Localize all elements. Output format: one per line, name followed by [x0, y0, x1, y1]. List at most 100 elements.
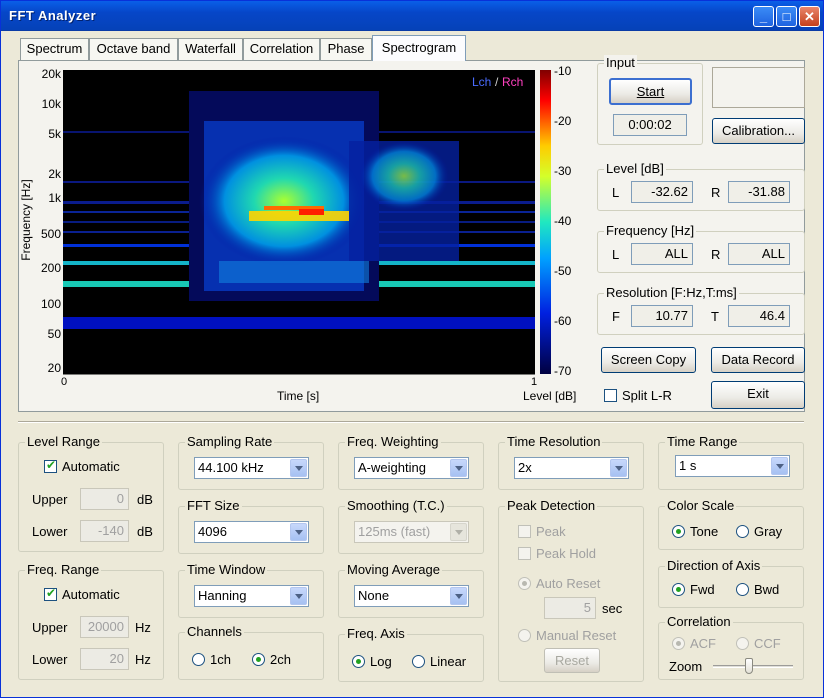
- channels-2ch-radio[interactable]: [252, 653, 265, 666]
- moving-average-select[interactable]: None: [354, 585, 469, 607]
- colorbar-tick: -40: [554, 214, 572, 228]
- auto-reset-radio[interactable]: [518, 577, 531, 590]
- level-r-label: R: [711, 185, 721, 200]
- level-lower-field[interactable]: -140: [80, 520, 129, 542]
- title-bar[interactable]: FFT Analyzer _ □ ✕: [1, 1, 823, 31]
- level-automatic-checkbox[interactable]: [44, 458, 57, 473]
- y-tick: 50: [47, 327, 61, 341]
- channels-title: Channels: [185, 624, 244, 639]
- split-lr-label: Split L-R: [622, 388, 672, 403]
- freq-axis-log-radio[interactable]: [352, 655, 365, 668]
- zoom-label: Zoom: [669, 659, 703, 674]
- chevron-down-icon: [771, 457, 788, 475]
- colorbar-label: Level [dB]: [523, 389, 577, 403]
- zoom-slider-track[interactable]: [713, 665, 793, 668]
- y-tick: 5k: [48, 127, 61, 141]
- tab-spectrogram[interactable]: Spectrogram: [372, 35, 466, 61]
- auto-reset-seconds-field[interactable]: 5: [544, 597, 596, 619]
- direction-bwd-radio[interactable]: [736, 583, 749, 596]
- freq-range-title: Freq. Range: [25, 562, 102, 577]
- input-group-title: Input: [604, 55, 637, 70]
- start-button[interactable]: Start: [609, 78, 692, 105]
- calibration-button[interactable]: Calibration...: [712, 118, 805, 144]
- time-window-select[interactable]: Hanning: [194, 585, 309, 607]
- y-tick: 500: [40, 227, 61, 241]
- legend-lch: Lch: [472, 75, 492, 89]
- tab-panel: Lch / Rch Frequency [Hz] Time [s] 0 1 Le…: [18, 55, 805, 412]
- reset-button[interactable]: Reset: [544, 648, 600, 673]
- freq-axis-linear-label: Linear: [430, 654, 467, 669]
- chevron-down-icon: [610, 459, 627, 477]
- status-box: [712, 67, 805, 108]
- level-l-label: L: [612, 185, 620, 200]
- level-upper-field[interactable]: 0: [80, 488, 129, 510]
- peak-hold-checkbox[interactable]: [518, 547, 531, 560]
- y-tick: 20k: [41, 67, 61, 81]
- resolution-t-label: T: [711, 309, 719, 324]
- time-range-title: Time Range: [665, 434, 740, 449]
- colorbar-tick: -70: [554, 364, 572, 378]
- level-group-title: Level [dB]: [604, 161, 666, 176]
- correlation-acf-label: ACF: [690, 636, 716, 651]
- time-range-select[interactable]: 1 s: [675, 455, 790, 477]
- screen-copy-button[interactable]: Screen Copy: [601, 347, 696, 373]
- freq-axis-log-label: Log: [370, 654, 392, 669]
- level-upper-unit: dB: [137, 492, 153, 507]
- exit-button[interactable]: Exit: [711, 381, 805, 409]
- close-button[interactable]: ✕: [799, 6, 820, 27]
- level-l-value: -32.62: [631, 181, 693, 203]
- correlation-ccf-radio[interactable]: [736, 637, 749, 650]
- direction-fwd-radio[interactable]: [672, 583, 685, 596]
- y-tick: 10k: [41, 97, 61, 111]
- y-tick: 20: [47, 361, 61, 375]
- tab-phase[interactable]: Phase: [320, 38, 372, 60]
- legend-rch: Rch: [502, 75, 524, 89]
- chevron-down-icon: [450, 459, 467, 477]
- peak-checkbox[interactable]: [518, 525, 531, 538]
- split-lr-checkbox[interactable]: [604, 389, 617, 402]
- x-tick: 0: [61, 376, 68, 388]
- chevron-down-icon: [450, 523, 467, 541]
- time-resolution-title: Time Resolution: [505, 434, 603, 449]
- resolution-f-value: 10.77: [631, 305, 693, 327]
- tab-octave-band[interactable]: Octave band: [89, 38, 178, 60]
- resolution-f-label: F: [612, 309, 620, 324]
- window-title: FFT Analyzer: [9, 8, 97, 23]
- moving-average-title: Moving Average: [345, 562, 442, 577]
- tab-correlation[interactable]: Correlation: [243, 38, 320, 60]
- spectrogram-plot[interactable]: [19, 61, 589, 411]
- minimize-button[interactable]: _: [753, 6, 774, 27]
- color-scale-gray-radio[interactable]: [736, 525, 749, 538]
- freq-weighting-select[interactable]: A-weighting: [354, 457, 469, 479]
- manual-reset-radio[interactable]: [518, 629, 531, 642]
- tab-waterfall[interactable]: Waterfall: [178, 38, 243, 60]
- correlation-title: Correlation: [665, 614, 733, 629]
- freq-upper-field[interactable]: 20000: [80, 616, 129, 638]
- color-scale-tone-radio[interactable]: [672, 525, 685, 538]
- freq-automatic-label: Automatic: [62, 587, 120, 602]
- correlation-acf-radio[interactable]: [672, 637, 685, 650]
- freq-axis-title: Freq. Axis: [345, 626, 407, 641]
- freq-lower-field[interactable]: 20: [80, 648, 129, 670]
- auto-reset-seconds-unit: sec: [602, 601, 623, 616]
- sampling-rate-select[interactable]: 44.100 kHz: [194, 457, 309, 479]
- data-record-button[interactable]: Data Record: [711, 347, 805, 373]
- color-scale-gray-label: Gray: [754, 524, 783, 539]
- channels-2ch-label: 2ch: [270, 652, 291, 667]
- time-window-title: Time Window: [185, 562, 268, 577]
- y-tick: 2k: [48, 167, 61, 181]
- maximize-button[interactable]: □: [776, 6, 797, 27]
- sampling-rate-title: Sampling Rate: [185, 434, 275, 449]
- tab-spectrum[interactable]: Spectrum: [20, 38, 89, 60]
- time-resolution-select[interactable]: 2x: [514, 457, 629, 479]
- y-tick: 200: [40, 261, 61, 275]
- fft-size-select[interactable]: 4096: [194, 521, 309, 543]
- zoom-slider-thumb[interactable]: [745, 658, 753, 674]
- peak-hold-label: Peak Hold: [536, 546, 596, 561]
- fft-size-title: FFT Size: [185, 498, 242, 513]
- smoothing-select[interactable]: 125ms (fast): [354, 521, 469, 543]
- separator: [18, 421, 804, 423]
- channels-1ch-radio[interactable]: [192, 653, 205, 666]
- freq-axis-linear-radio[interactable]: [412, 655, 425, 668]
- freq-automatic-checkbox[interactable]: [44, 586, 57, 601]
